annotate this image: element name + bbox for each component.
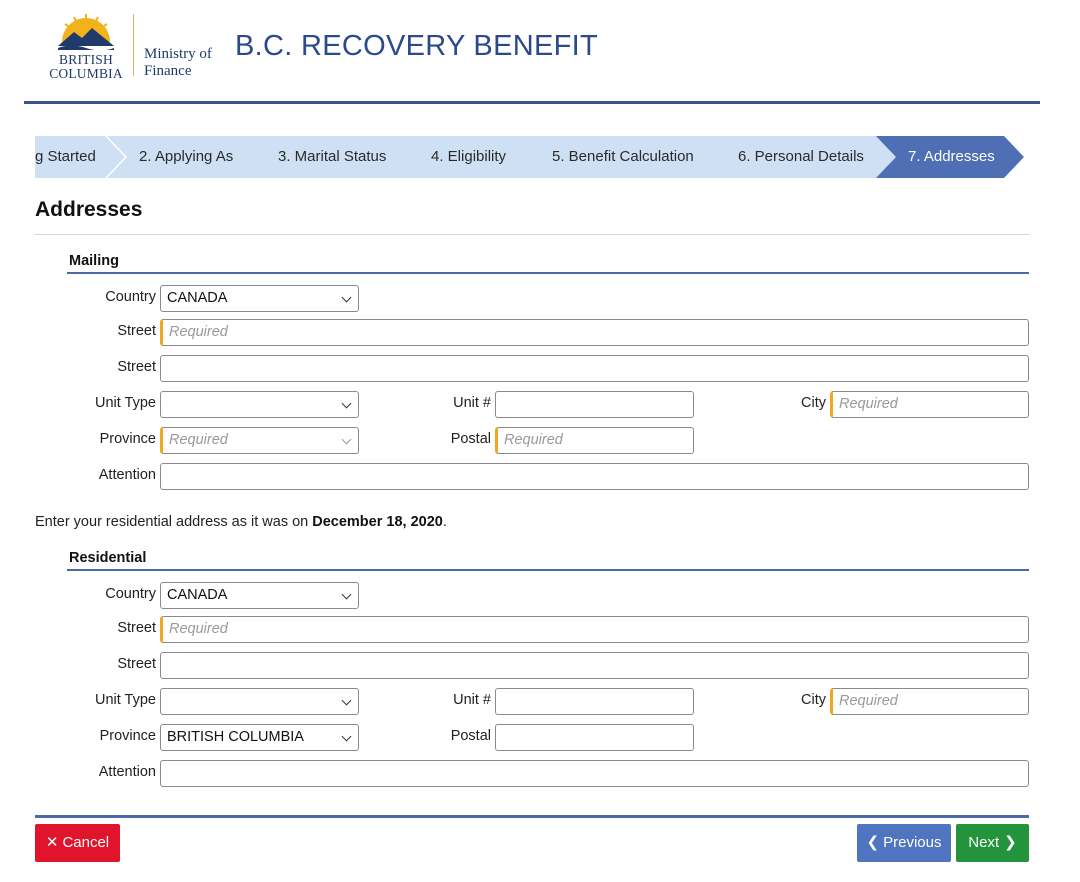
residential-unit-type-select[interactable] <box>160 688 359 715</box>
residential-country-value: CANADA <box>167 587 228 603</box>
header-rule <box>24 101 1040 104</box>
next-button-label: Next <box>968 834 1000 851</box>
mailing-city-placeholder: Required <box>839 396 898 412</box>
residential-postal-input[interactable] <box>495 724 694 751</box>
page-title: Addresses <box>35 198 143 221</box>
mailing-unit-type-select[interactable] <box>160 391 359 418</box>
step-benefit-calculation[interactable]: 5. Benefit Calculation <box>520 136 730 178</box>
note-suffix: . <box>442 514 447 530</box>
cancel-button[interactable]: ✕ Cancel <box>35 824 120 862</box>
mailing-attention-label: Attention <box>98 467 156 483</box>
header-divider <box>133 14 134 76</box>
residential-country-label: Country <box>105 586 156 602</box>
mailing-postal-input[interactable]: Required <box>495 427 694 454</box>
mailing-province-placeholder: Required <box>169 432 228 448</box>
residential-attention-input[interactable] <box>160 760 1029 787</box>
mailing-attention-input[interactable] <box>160 463 1029 490</box>
cancel-button-label: Cancel <box>62 834 110 851</box>
mailing-country-select[interactable]: CANADA <box>160 285 359 312</box>
mailing-street1-label: Street <box>117 323 156 339</box>
app-title: B.C. RECOVERY BENEFIT <box>235 30 598 62</box>
residential-city-placeholder: Required <box>839 693 898 709</box>
mailing-province-label: Province <box>99 431 156 447</box>
residential-unit-num-input[interactable] <box>495 688 694 715</box>
step-eligibility[interactable]: 4. Eligibility <box>399 136 541 178</box>
mailing-street1-placeholder: Required <box>169 324 228 340</box>
residential-date-note: Enter your residential address as it was… <box>35 514 447 530</box>
residential-section-rule <box>67 569 1029 571</box>
title-divider <box>35 234 1029 235</box>
ministry-line-1: Ministry of <box>144 46 212 62</box>
step-marital-status[interactable]: 3. Marital Status <box>246 136 422 178</box>
wizard-steps: g Started 2. Applying As 3. Marital Stat… <box>35 136 1035 178</box>
mailing-postal-label: Postal <box>450 431 491 447</box>
next-button[interactable]: Next ❯ <box>956 824 1029 862</box>
note-date: December 18, 2020 <box>312 514 443 530</box>
residential-city-input[interactable]: Required <box>830 688 1029 715</box>
mailing-province-select[interactable]: Required <box>160 427 359 454</box>
residential-postal-label: Postal <box>450 728 491 744</box>
mailing-section-title: Mailing <box>69 253 119 269</box>
residential-province-label: Province <box>99 728 156 744</box>
mailing-unit-type-label: Unit Type <box>95 395 156 411</box>
mailing-section-rule <box>67 272 1029 274</box>
mailing-city-input[interactable]: Required <box>830 391 1029 418</box>
residential-section-title: Residential <box>69 550 147 566</box>
residential-street2-input[interactable] <box>160 652 1029 679</box>
logo-text-columbia: COLUMBIA <box>49 66 123 81</box>
mailing-country-label: Country <box>105 289 156 305</box>
residential-street2-label: Street <box>117 656 156 672</box>
mailing-unit-num-label: Unit # <box>453 395 491 411</box>
mailing-unit-num-input[interactable] <box>495 391 694 418</box>
ministry-name: Ministry of Finance <box>144 46 212 80</box>
bc-logo: BRITISH COLUMBIA <box>46 12 126 82</box>
step-applying-as[interactable]: 2. Applying As <box>107 136 267 178</box>
residential-province-select[interactable]: BRITISH COLUMBIA <box>160 724 359 751</box>
ministry-line-2: Finance <box>144 63 192 79</box>
step-getting-started[interactable]: g Started <box>35 136 125 178</box>
previous-button-label: Previous <box>883 834 942 851</box>
mailing-postal-placeholder: Required <box>504 432 563 448</box>
residential-attention-label: Attention <box>98 764 156 780</box>
residential-street1-input[interactable]: Required <box>160 616 1029 643</box>
mailing-city-label: City <box>801 395 826 411</box>
close-icon: ✕ <box>45 834 59 851</box>
app-header: BRITISH COLUMBIA Ministry of Finance B.C… <box>0 0 1080 104</box>
residential-unit-num-label: Unit # <box>453 692 491 708</box>
footer-rule <box>35 815 1029 818</box>
residential-street1-placeholder: Required <box>169 621 228 637</box>
chevron-right-icon: ❯ <box>1004 834 1017 851</box>
previous-button[interactable]: ❮ Previous <box>857 824 951 862</box>
residential-country-select[interactable]: CANADA <box>160 582 359 609</box>
mailing-street1-input[interactable]: Required <box>160 319 1029 346</box>
chevron-left-icon: ❮ <box>866 834 880 851</box>
residential-street1-label: Street <box>117 620 156 636</box>
residential-province-value: BRITISH COLUMBIA <box>167 729 304 745</box>
bc-sun-mountain-icon <box>58 14 114 50</box>
step-personal-details[interactable]: 6. Personal Details <box>706 136 900 178</box>
mailing-street2-label: Street <box>117 359 156 375</box>
residential-unit-type-label: Unit Type <box>95 692 156 708</box>
mailing-country-value: CANADA <box>167 290 228 306</box>
note-prefix: Enter your residential address as it was… <box>35 514 313 530</box>
residential-city-label: City <box>801 692 826 708</box>
mailing-street2-input[interactable] <box>160 355 1029 382</box>
step-addresses[interactable]: 7. Addresses <box>876 136 1024 178</box>
